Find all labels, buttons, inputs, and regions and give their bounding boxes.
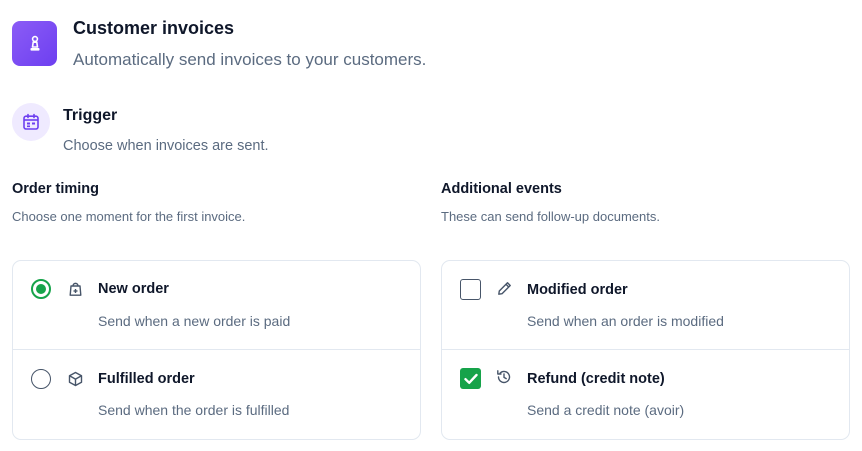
refund-description: Send a credit note (avoir) — [527, 402, 685, 418]
calendar-icon — [23, 113, 39, 130]
additional-events-heading: Additional events — [441, 181, 562, 197]
fulfilled-order-description: Send when the order is fulfilled — [98, 402, 290, 418]
fulfilled-order-label: Fulfilled order — [98, 371, 195, 387]
order-timing-card: New order Send when a new order is paid … — [12, 260, 421, 440]
package-icon — [67, 371, 83, 387]
new-order-label: New order — [98, 281, 169, 297]
trigger-icon-badge — [12, 103, 50, 141]
page-title: Customer invoices — [73, 18, 235, 38]
modified-order-description: Send when an order is modified — [527, 313, 724, 329]
option-refund[interactable]: Refund (credit note) Send a credit note … — [442, 350, 849, 439]
modified-order-checkbox[interactable] — [460, 279, 481, 300]
order-timing-heading: Order timing — [12, 181, 100, 197]
app-icon — [12, 21, 57, 66]
refund-icon — [496, 369, 512, 385]
trigger-title: Trigger — [63, 107, 118, 124]
additional-events-description: These can send follow-up documents. — [441, 209, 660, 224]
option-new-order[interactable]: New order Send when a new order is paid — [13, 261, 420, 350]
refund-checkbox[interactable] — [460, 368, 481, 389]
modified-order-label: Modified order — [527, 282, 628, 298]
refund-label: Refund (credit note) — [527, 371, 665, 387]
order-timing-description: Choose one moment for the first invoice. — [12, 209, 246, 224]
fulfilled-order-radio[interactable] — [31, 369, 51, 389]
pencil-icon — [496, 280, 512, 296]
additional-events-card: Modified order Send when an order is mod… — [441, 260, 850, 440]
new-order-radio[interactable] — [31, 279, 51, 299]
trigger-description: Choose when invoices are sent. — [63, 138, 269, 154]
checkmark-icon — [463, 373, 478, 384]
option-modified-order[interactable]: Modified order Send when an order is mod… — [442, 261, 849, 350]
option-fulfilled-order[interactable]: Fulfilled order Send when the order is f… — [13, 350, 420, 439]
page-subtitle: Automatically send invoices to your cust… — [73, 50, 427, 69]
chess-pawn-icon — [30, 35, 39, 51]
shopping-bag-icon — [67, 281, 83, 297]
new-order-description: Send when a new order is paid — [98, 313, 291, 329]
